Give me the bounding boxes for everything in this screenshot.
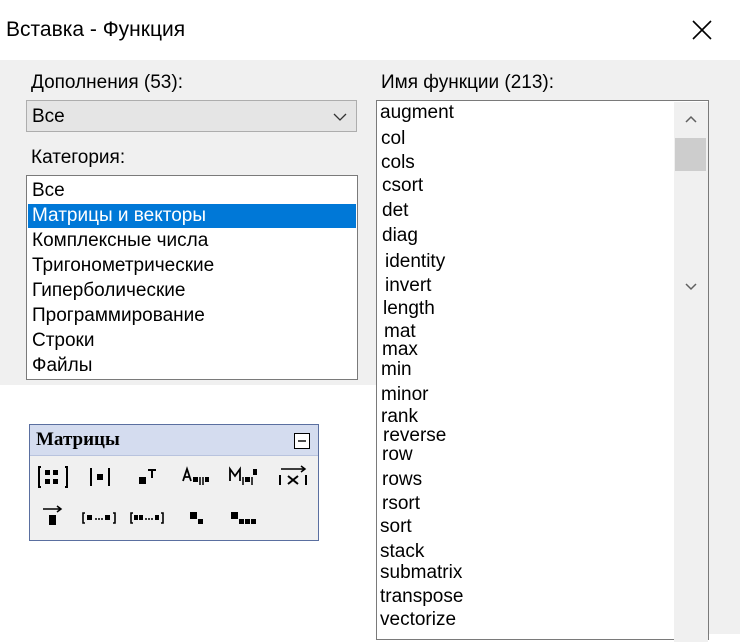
addons-selected-value: Все — [32, 106, 65, 127]
column-button[interactable] — [179, 462, 213, 492]
determinant-button[interactable] — [83, 462, 117, 492]
transpose-button[interactable] — [131, 462, 165, 492]
category-item-complex[interactable]: Комплексные числа — [28, 229, 356, 253]
category-list[interactable]: Все Матрицы и векторы Комплексные числа … — [26, 175, 358, 380]
matrix-button[interactable] — [36, 462, 70, 492]
function-item[interactable]: rsort — [382, 493, 420, 515]
category-item-all[interactable]: Все — [28, 179, 356, 203]
function-item[interactable]: minor — [381, 384, 429, 406]
function-item[interactable]: submatrix — [380, 562, 462, 584]
vectorize-icon — [43, 505, 63, 525]
close-icon — [692, 20, 712, 40]
function-item[interactable]: min — [381, 359, 412, 381]
cross-product-icon — [279, 465, 307, 485]
function-item[interactable]: stack — [380, 541, 424, 563]
function-item[interactable]: augment — [380, 102, 454, 124]
function-list[interactable]: augment col cols csort det diag identity… — [376, 100, 709, 642]
range-step-button[interactable] — [130, 502, 164, 532]
category-item-strings[interactable]: Строки — [28, 329, 356, 353]
toolbar-title: Матрицы — [36, 429, 120, 450]
function-name-label: Имя функции (213): — [381, 72, 555, 93]
chevron-down-icon — [333, 113, 347, 121]
determinant-icon — [90, 468, 110, 486]
range-button[interactable] — [82, 502, 116, 532]
category-label: Категория: — [31, 147, 126, 168]
function-list-scrollbar[interactable] — [674, 102, 708, 642]
element-button[interactable] — [179, 502, 213, 532]
function-item[interactable]: identity — [385, 251, 445, 273]
inverse-icon — [229, 466, 257, 485]
vectorize-button[interactable] — [36, 502, 70, 532]
function-item[interactable]: transpose — [380, 586, 463, 608]
cross-product-button[interactable] — [276, 462, 310, 492]
function-item[interactable]: csort — [382, 175, 423, 197]
function-item[interactable]: rows — [382, 469, 422, 491]
transpose-icon — [139, 469, 156, 484]
addons-select[interactable]: Все — [26, 100, 357, 132]
category-item-trig[interactable]: Тригонометрические — [28, 254, 356, 278]
scroll-thumb[interactable] — [675, 138, 706, 171]
elements-button[interactable] — [226, 502, 260, 532]
range-step-icon — [130, 512, 164, 524]
minimize-icon — [298, 440, 306, 442]
function-item[interactable]: diag — [382, 225, 418, 247]
inverse-button[interactable] — [226, 462, 260, 492]
function-item[interactable]: vectorize — [380, 609, 456, 631]
category-item-programming[interactable]: Программирование — [28, 304, 356, 328]
function-item[interactable]: cols — [381, 152, 415, 174]
matrix-icon — [38, 466, 68, 488]
close-button[interactable] — [670, 8, 734, 52]
scroll-down-button[interactable] — [674, 270, 708, 304]
range-icon — [82, 512, 116, 524]
function-item[interactable]: col — [381, 128, 405, 150]
function-item[interactable]: length — [383, 298, 435, 320]
toolbar-minimize-button[interactable] — [294, 433, 310, 449]
category-item-matrices[interactable]: Матрицы и векторы — [28, 204, 356, 228]
title-bar: Вставка - Функция — [0, 0, 740, 60]
category-item-hyperbolic[interactable]: Гиперболические — [28, 279, 356, 303]
function-item[interactable]: row — [382, 444, 413, 466]
chevron-down-icon — [685, 283, 697, 291]
dialog-title: Вставка - Функция — [6, 18, 186, 41]
elements-icon — [231, 512, 256, 524]
function-item[interactable]: invert — [385, 275, 431, 297]
chevron-up-icon — [685, 115, 697, 123]
scroll-up-button[interactable] — [674, 102, 708, 136]
addons-label: Дополнения (53): — [31, 72, 183, 93]
column-icon — [182, 466, 209, 485]
function-item[interactable]: sort — [380, 516, 412, 538]
toolbar-header: Матрицы — [30, 425, 318, 456]
function-item[interactable]: det — [382, 200, 408, 222]
function-item[interactable]: max — [382, 339, 418, 361]
element-icon — [190, 512, 203, 524]
category-item-files[interactable]: Файлы — [28, 354, 356, 378]
matrix-toolbar: Матрицы — [29, 424, 319, 541]
